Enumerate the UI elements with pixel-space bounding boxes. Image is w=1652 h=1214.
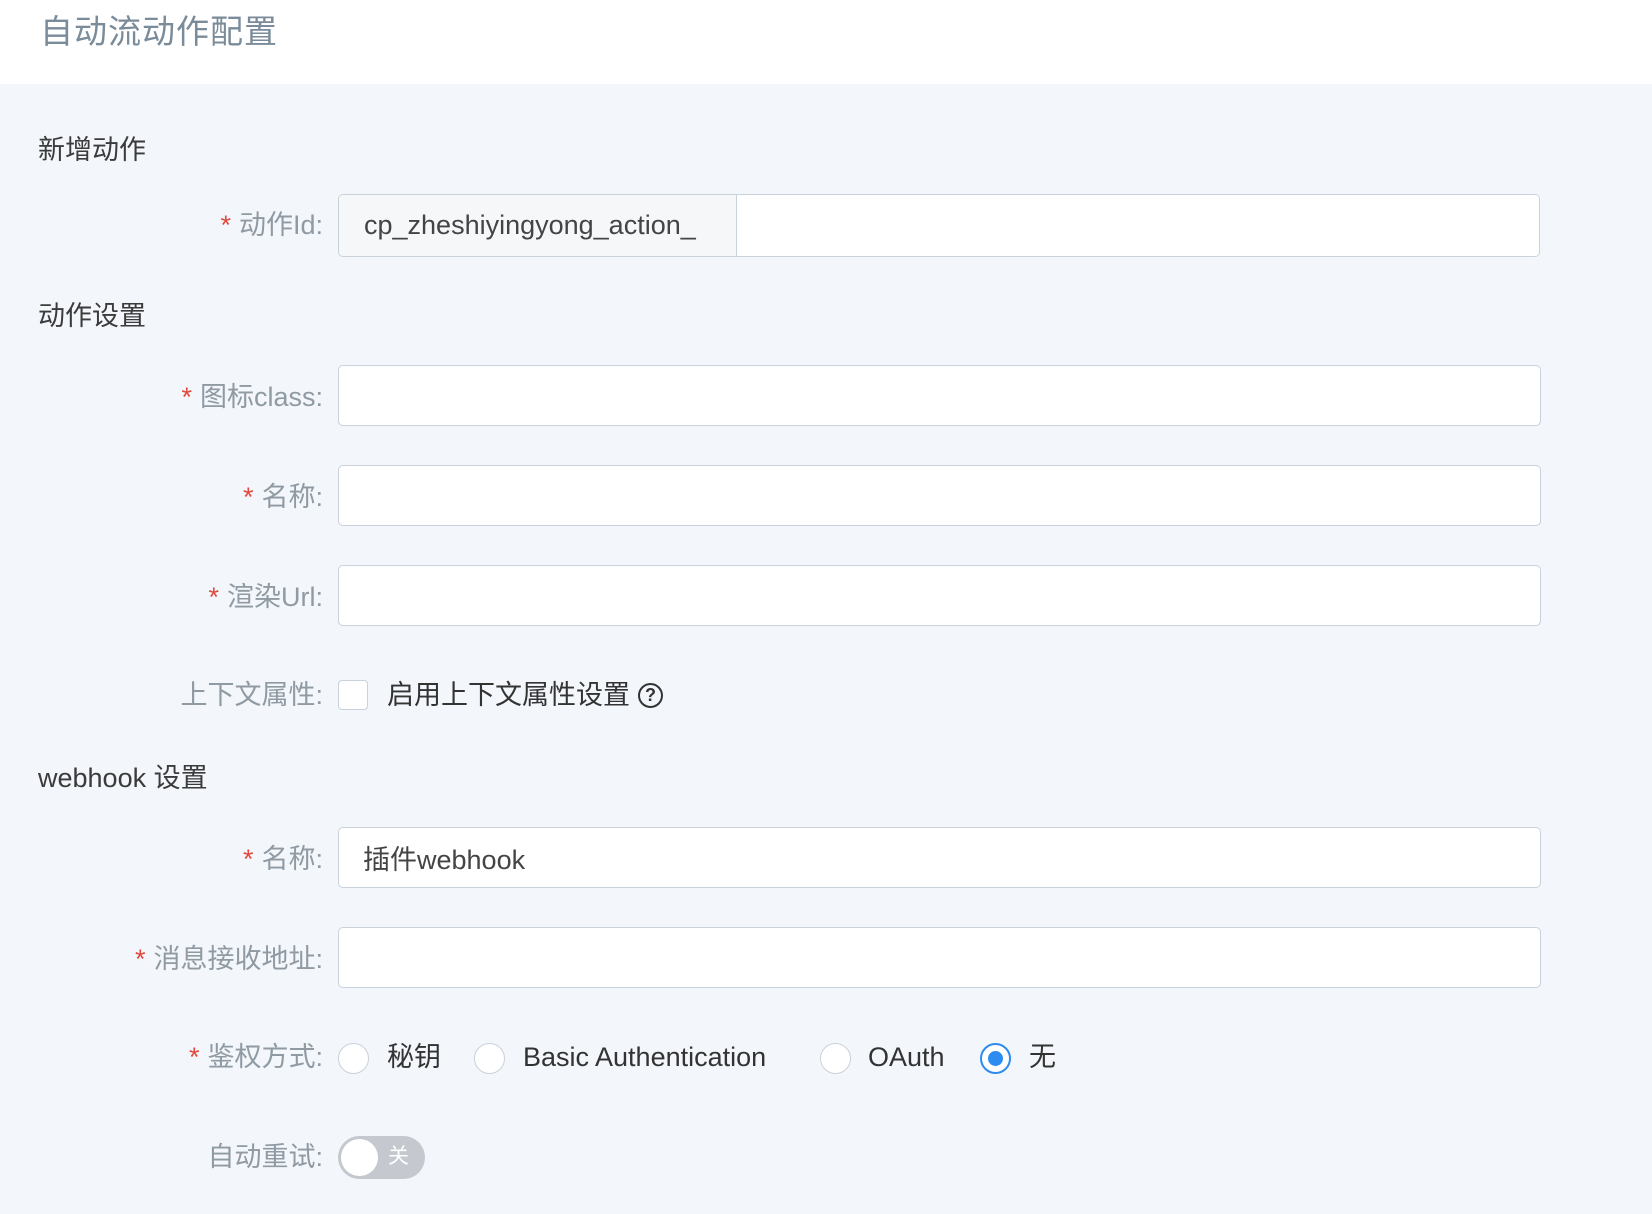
name-label: * 名称: <box>242 482 323 512</box>
required-mark: * <box>242 844 254 874</box>
action-id-input[interactable] <box>737 195 1539 256</box>
auth-radio-secret-label[interactable]: 秘钥 <box>387 1039 441 1075</box>
webhook-name-label: * 名称: <box>242 844 323 874</box>
required-mark: * <box>188 1042 200 1072</box>
name-input[interactable] <box>338 465 1541 526</box>
help-icon[interactable]: ? <box>638 683 663 708</box>
icon-class-input[interactable] <box>338 365 1541 426</box>
render-url-label: * 渲染Url: <box>208 582 323 612</box>
action-id-prefix: cp_zheshiyingyong_action_ <box>339 195 737 256</box>
page-header: 自动流动作配置 <box>0 0 1652 84</box>
auth-radio-basic-label[interactable]: Basic Authentication <box>523 1039 766 1075</box>
section-title-new-action: 新增动作 <box>38 135 146 165</box>
context-attr-checkbox-label[interactable]: 启用上下文属性设置 <box>387 677 630 713</box>
action-id-label: * 动作Id: <box>220 210 323 240</box>
context-attr-checkbox[interactable] <box>338 680 368 710</box>
section-title-webhook-settings: webhook 设置 <box>38 763 208 793</box>
icon-class-label: * 图标class: <box>181 382 323 412</box>
auth-radio-oauth-label[interactable]: OAuth <box>868 1039 945 1075</box>
switch-state-text: 关 <box>388 1145 409 1168</box>
required-mark: * <box>220 210 231 240</box>
switch-knob <box>341 1139 378 1176</box>
message-url-label: * 消息接收地址: <box>134 944 323 974</box>
render-url-input[interactable] <box>338 565 1541 626</box>
auth-radio-oauth[interactable] <box>820 1043 851 1074</box>
action-id-input-group: cp_zheshiyingyong_action_ <box>338 194 1540 257</box>
section-title-action-settings: 动作设置 <box>38 301 146 331</box>
webhook-name-input[interactable] <box>338 827 1541 888</box>
message-url-input[interactable] <box>338 927 1541 988</box>
auth-method-label: * 鉴权方式: <box>188 1042 323 1072</box>
required-mark: * <box>181 382 192 412</box>
auto-retry-label: 自动重试: <box>207 1142 323 1172</box>
auth-radio-none-label[interactable]: 无 <box>1029 1039 1056 1075</box>
context-attr-label: 上下文属性: <box>180 680 323 710</box>
required-mark: * <box>134 944 146 974</box>
required-mark: * <box>208 582 219 612</box>
auto-retry-switch[interactable]: 关 <box>338 1136 425 1179</box>
auth-radio-basic[interactable] <box>474 1043 505 1074</box>
page-title: 自动流动作配置 <box>40 13 278 50</box>
auth-radio-secret[interactable] <box>338 1043 369 1074</box>
required-mark: * <box>242 482 254 512</box>
auth-radio-none[interactable] <box>980 1043 1011 1074</box>
